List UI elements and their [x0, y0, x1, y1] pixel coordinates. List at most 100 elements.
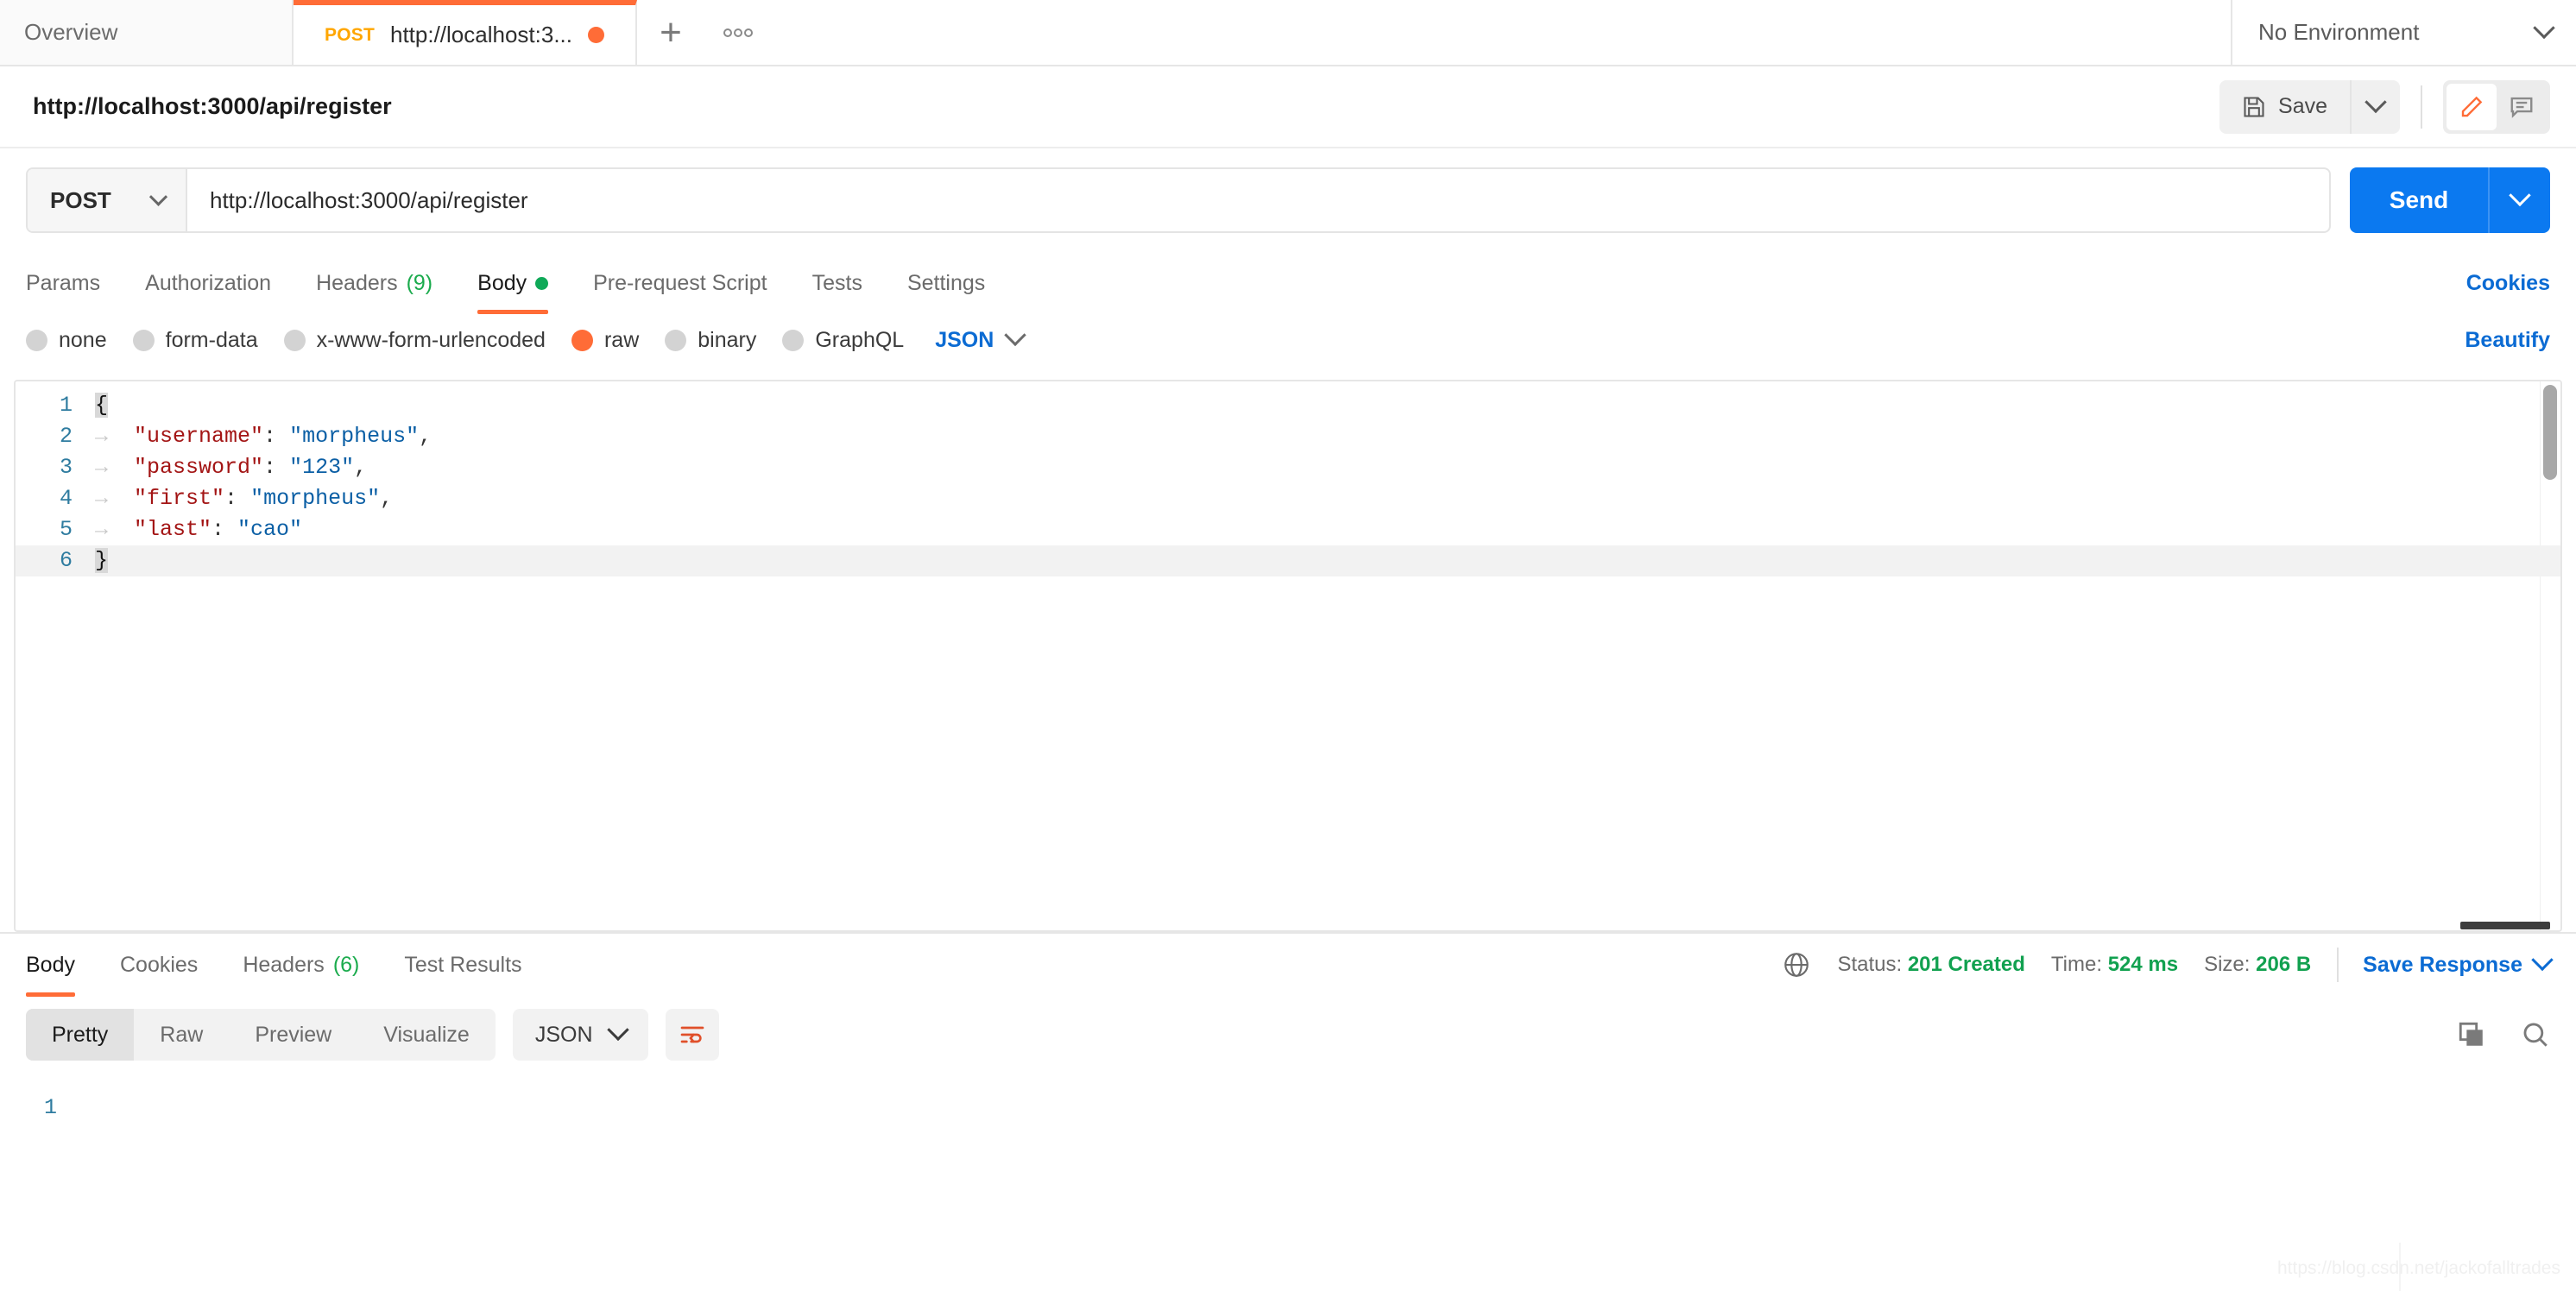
size-label: Size:: [2204, 953, 2251, 976]
time-label: Time:: [2050, 953, 2103, 976]
view-mode-preview[interactable]: Preview: [229, 1009, 357, 1061]
body-type-options: none form-data x-www-form-urlencoded raw…: [0, 314, 2576, 371]
indent-guide-icon: →: [95, 424, 135, 449]
save-button-group: Save: [2219, 79, 2400, 134]
response-tab-test-results-label: Test Results: [404, 952, 522, 977]
url-bar: POST: [26, 167, 2331, 233]
floppy-disk-icon: [2244, 96, 2264, 117]
comments-button[interactable]: [2497, 84, 2547, 130]
body-type-graphql[interactable]: GraphQL: [782, 328, 904, 353]
word-wrap-button[interactable]: [665, 1009, 719, 1061]
body-type-none[interactable]: none: [26, 328, 107, 353]
indent-guide-icon: →: [95, 517, 135, 542]
json-comma: ,: [354, 455, 368, 480]
send-options-button[interactable]: [2488, 167, 2550, 233]
request-section-tabs: Params Authorization Headers (9) Body Pr…: [0, 252, 2576, 314]
body-type-graphql-label: GraphQL: [815, 327, 905, 352]
beautify-button[interactable]: Beautify: [2465, 328, 2550, 353]
save-options-button[interactable]: [2350, 79, 2400, 134]
response-tab-headers[interactable]: Headers (6): [220, 933, 382, 997]
body-type-form-data[interactable]: form-data: [132, 327, 258, 353]
response-status-bar: Status: 201 Created Time: 524 ms Size: 2…: [1782, 948, 2554, 982]
body-type-raw[interactable]: raw: [571, 328, 639, 353]
http-method-label: POST: [50, 186, 111, 213]
request-body-code[interactable]: 1 { 2 → "username": "morpheus", 3 → "pas…: [16, 381, 2560, 576]
response-format-select[interactable]: JSON: [512, 1009, 648, 1061]
edit-request-button[interactable]: [2447, 83, 2497, 130]
body-type-binary[interactable]: binary: [665, 328, 756, 353]
view-mode-visualize[interactable]: Visualize: [357, 1009, 496, 1061]
json-key: "username": [134, 424, 264, 449]
cookies-link[interactable]: Cookies: [2466, 271, 2550, 296]
chevron-down-icon: [2509, 184, 2531, 207]
watermark: https://blog.csdn.net/jackofalltrades: [2276, 1258, 2560, 1278]
request-url-row: POST Send: [0, 148, 2576, 252]
save-response-label: Save Response: [2363, 952, 2522, 977]
response-tab-body-label: Body: [26, 952, 75, 977]
search-response-button[interactable]: [2521, 1020, 2550, 1049]
tab-pre-request-script[interactable]: Pre-request Script: [571, 252, 789, 314]
status-label: Status:: [1837, 953, 1903, 976]
chevron-down-icon: [606, 1018, 629, 1042]
save-button[interactable]: Save: [2219, 79, 2350, 134]
json-value: "cao": [237, 517, 303, 542]
environment-selector[interactable]: No Environment: [2231, 0, 2576, 65]
tab-tests[interactable]: Tests: [790, 252, 885, 314]
body-type-urlencoded[interactable]: x-www-form-urlencoded: [283, 328, 546, 353]
code-line: 5 → "last": "cao": [16, 514, 2560, 545]
send-button-group: Send: [2350, 167, 2550, 233]
code-line: 1 {: [16, 390, 2560, 421]
response-tab-cookies-label: Cookies: [119, 952, 199, 977]
tab-headers[interactable]: Headers (9): [294, 252, 455, 314]
tab-bar-more-button[interactable]: [704, 0, 772, 65]
radio-selected-icon: [571, 329, 593, 351]
response-tab-test-results[interactable]: Test Results: [382, 933, 544, 997]
response-tab-body[interactable]: Body: [26, 933, 98, 997]
line-number: 3: [59, 455, 73, 480]
environment-label: No Environment: [2258, 19, 2420, 45]
time-item: Time: 524 ms: [2051, 953, 2178, 977]
code-line: 2 → "username": "morpheus",: [16, 421, 2560, 452]
size-item: Size: 206 B: [2204, 953, 2311, 977]
json-key: "last": [134, 517, 212, 542]
tab-body[interactable]: Body: [455, 252, 571, 314]
tab-tests-label: Tests: [811, 270, 862, 295]
tab-overview[interactable]: Overview: [0, 0, 294, 65]
http-method-select[interactable]: POST: [28, 169, 187, 231]
response-body-viewer[interactable]: 1: [0, 1070, 2576, 1269]
tab-overview-label: Overview: [24, 19, 118, 45]
chevron-down-icon: [2533, 16, 2555, 39]
response-tab-cookies[interactable]: Cookies: [98, 933, 220, 997]
plus-icon: +: [660, 10, 682, 54]
tab-settings[interactable]: Settings: [885, 252, 1007, 314]
toolbar-divider: [2421, 85, 2422, 129]
code-line: 1: [0, 1093, 2576, 1124]
status-badge: 201 Created: [1907, 953, 2025, 976]
tab-authorization[interactable]: Authorization: [123, 252, 294, 314]
unsaved-changes-dot-icon: [588, 27, 604, 43]
comment-icon: [2510, 97, 2533, 118]
json-value: "123": [289, 455, 355, 480]
view-mode-raw[interactable]: Raw: [134, 1009, 229, 1061]
copy-response-button[interactable]: [2457, 1020, 2486, 1049]
json-value: "morpheus": [250, 486, 381, 511]
request-body-editor[interactable]: 1 { 2 → "username": "morpheus", 3 → "pas…: [14, 380, 2562, 932]
panel-resize-handle[interactable]: [2460, 922, 2550, 929]
line-number: 1: [43, 1095, 57, 1120]
json-close-brace: }: [95, 548, 109, 573]
view-mode-pretty[interactable]: Pretty: [26, 1009, 135, 1061]
request-url-input[interactable]: [187, 169, 2329, 231]
tab-method-label: POST: [325, 24, 375, 45]
new-tab-button[interactable]: +: [637, 0, 704, 65]
tab-post-register[interactable]: POST http://localhost:3...: [294, 0, 637, 65]
tab-params[interactable]: Params: [26, 252, 123, 314]
request-title-actions: Save: [2219, 79, 2550, 134]
time-value: 524 ms: [2107, 953, 2179, 976]
send-button[interactable]: Send: [2350, 167, 2488, 233]
word-wrap-icon: [680, 1026, 704, 1043]
save-response-button[interactable]: Save Response: [2363, 948, 2554, 978]
request-tab-bar: Overview POST http://localhost:3... + No…: [0, 0, 2576, 66]
body-type-form-data-label: form-data: [165, 327, 258, 352]
body-format-select[interactable]: JSON: [935, 324, 1027, 353]
headers-count-badge: (9): [406, 270, 433, 295]
